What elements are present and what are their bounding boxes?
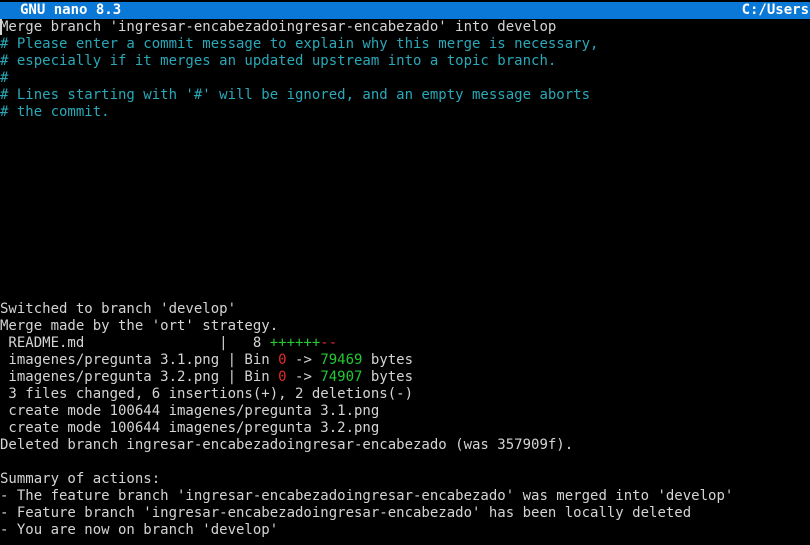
old-size: 0 <box>278 369 287 385</box>
old-size: 0 <box>278 352 287 368</box>
output-deleted-branch: Deleted branch ingresar-encabezadoingres… <box>0 437 574 453</box>
editor-line-comment[interactable]: # Please enter a commit message to expla… <box>0 36 598 53</box>
diffstat-plus: ++++++ <box>269 335 321 351</box>
diffstat-file: README.md | 8 <box>0 335 270 351</box>
summary-item: - The feature branch 'ingresar-encabezad… <box>0 488 734 504</box>
size-unit: bytes <box>362 369 414 385</box>
editor-line-comment[interactable]: # <box>0 70 8 87</box>
nano-titlebar: GNU nano 8.3 C:/Users <box>0 2 810 19</box>
editor-line-merge-message[interactable]: Merge branch 'ingresar-encabezadoingresa… <box>0 19 556 36</box>
diffstat-row: imagenes/pregunta 3.1.png | Bin 0 -> 794… <box>0 352 413 369</box>
size-arrow: -> <box>286 352 321 368</box>
summary-item: - Feature branch 'ingresar-encabezadoing… <box>0 505 692 521</box>
output-merge-strategy: Merge made by the 'ort' strategy. <box>0 318 279 334</box>
diffstat-file: imagenes/pregunta 3.2.png | Bin <box>0 369 279 385</box>
editor-line-comment[interactable]: # the commit. <box>0 104 110 121</box>
diffstat-minus: -- <box>320 335 338 351</box>
diffstat-file: imagenes/pregunta 3.1.png | Bin <box>0 352 279 368</box>
summary-title: Summary of actions: <box>0 471 161 487</box>
output-create-mode: create mode 100644 imagenes/pregunta 3.1… <box>0 403 380 419</box>
output-summary-stat: 3 files changed, 6 insertions(+), 2 dele… <box>0 386 414 402</box>
diffstat-row: README.md | 8 ++++++-- <box>0 335 337 352</box>
diffstat-row: imagenes/pregunta 3.2.png | Bin 0 -> 749… <box>0 369 413 386</box>
new-size: 74907 <box>320 369 363 385</box>
output-switched: Switched to branch 'develop' <box>0 301 237 317</box>
output-create-mode: create mode 100644 imagenes/pregunta 3.2… <box>0 420 380 436</box>
app-title: GNU nano 8.3 <box>20 2 122 18</box>
summary-item: - You are now on branch 'develop' <box>0 522 279 538</box>
file-path: C:/Users <box>741 2 809 18</box>
size-unit: bytes <box>362 352 414 368</box>
editor-line-comment[interactable]: # Lines starting with '#' will be ignore… <box>0 87 590 104</box>
size-arrow: -> <box>286 369 321 385</box>
editor-line-comment[interactable]: # especially if it merges an updated ups… <box>0 53 556 70</box>
new-size: 79469 <box>320 352 363 368</box>
